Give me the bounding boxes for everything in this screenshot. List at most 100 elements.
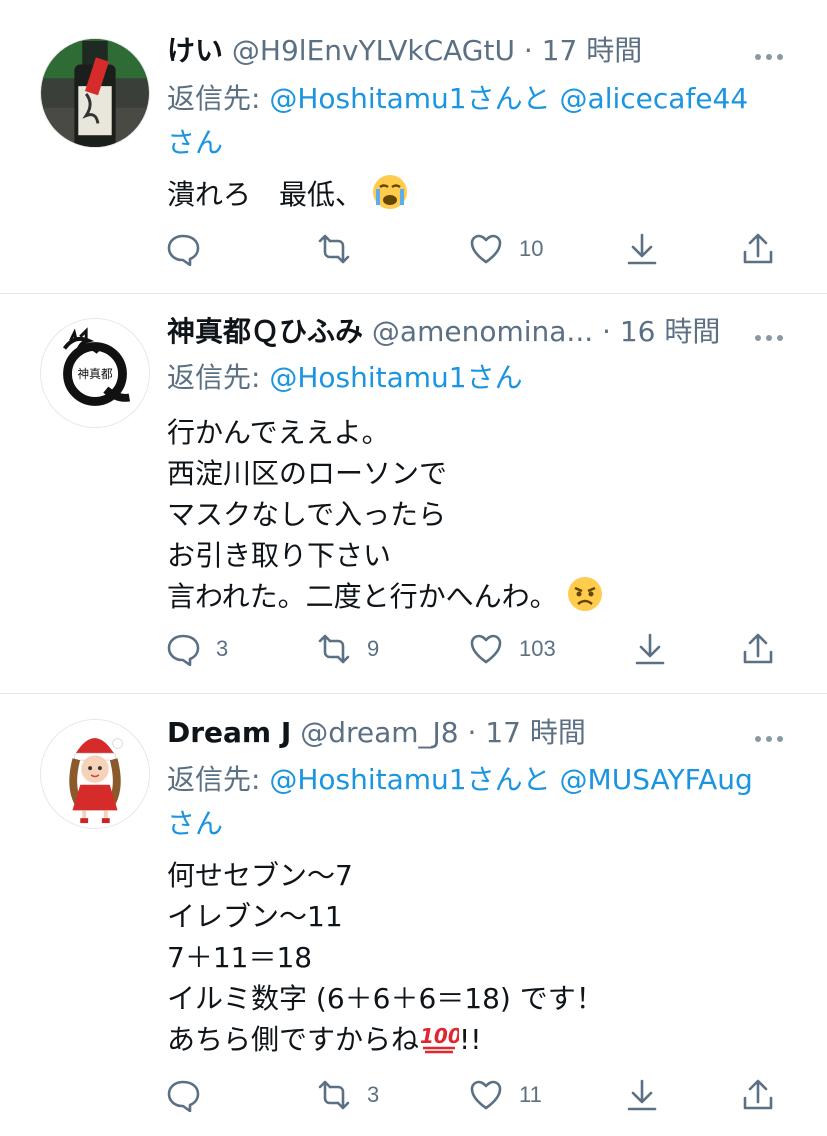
download-arrow-icon bbox=[635, 633, 665, 665]
display-name[interactable]: 神真都Ｑひふみ bbox=[167, 315, 363, 348]
tweet-line: あちら側ですからね bbox=[167, 1023, 420, 1056]
tweet-line: 行かんでええよ。 bbox=[167, 416, 390, 449]
tweet-line: イルミ数字 (6＋6＋6＝18) です！ bbox=[167, 982, 604, 1015]
like-button[interactable]: 10 bbox=[469, 229, 543, 269]
mention-link[interactable]: @Hoshitamu1 bbox=[269, 361, 466, 394]
action-bar: 10 bbox=[0, 229, 827, 269]
reply-count: 3 bbox=[216, 636, 229, 661]
sake-bottle-avatar bbox=[41, 39, 149, 147]
reply-prefix: 返信先: bbox=[167, 361, 270, 394]
reply-suffix: さん bbox=[466, 361, 523, 394]
tweet-line: 西淀川区のローソンで bbox=[167, 457, 448, 490]
tweet-text: 行かんでええよ。 西淀川区のローソンで マスクなしで入ったら お引き取り下さい … bbox=[167, 412, 787, 623]
heart-icon bbox=[470, 234, 502, 264]
mention-link[interactable]: @alicecafe44 bbox=[560, 82, 749, 115]
reply-icon bbox=[167, 634, 200, 666]
display-name[interactable]: けい bbox=[167, 34, 223, 67]
reply-button[interactable]: 3 bbox=[166, 629, 228, 669]
share-icon bbox=[743, 233, 773, 264]
tweet-line: イレブン〜11 bbox=[167, 900, 343, 933]
reply-prefix: 返信先: bbox=[167, 82, 270, 115]
reply-context: 返信先: @Hoshitamu1さん bbox=[167, 356, 787, 400]
reply-context: 返信先: @Hoshitamu1さんと @alicecafe44 さん bbox=[167, 77, 787, 165]
reply-button[interactable] bbox=[166, 1075, 216, 1115]
more-options-icon[interactable] bbox=[753, 729, 785, 742]
download-button[interactable] bbox=[625, 1075, 659, 1115]
reply-context: 返信先: @Hoshitamu1さんと @MUSAYFAug さん bbox=[167, 758, 787, 846]
retweet-button[interactable]: 3 bbox=[317, 1075, 379, 1115]
user-handle[interactable]: @dream_J8 bbox=[300, 716, 458, 749]
hundred-points-icon: 100 bbox=[419, 1019, 462, 1066]
like-button[interactable]: 103 bbox=[469, 629, 556, 669]
dragon-q-logo-avatar: 神真都 bbox=[41, 319, 149, 427]
tweet-line: 何せセブン〜7 bbox=[167, 859, 353, 892]
more-options-icon[interactable] bbox=[753, 47, 785, 60]
tweet-text: 潰れろ 最低、 bbox=[167, 174, 787, 221]
user-handle[interactable]: @H9lEnvYLVkCAGtU bbox=[232, 34, 515, 67]
mention-link[interactable]: @Hoshitamu1 bbox=[269, 763, 466, 796]
action-bar: 3 11 bbox=[0, 1075, 827, 1115]
mention-link[interactable]: @MUSAYFAug bbox=[560, 763, 753, 796]
mention-link[interactable]: @Hoshitamu1 bbox=[269, 82, 466, 115]
download-arrow-icon bbox=[627, 1079, 657, 1111]
reply-icon bbox=[167, 234, 200, 266]
retweet-icon bbox=[318, 1080, 350, 1110]
share-button[interactable] bbox=[741, 229, 775, 269]
heart-icon bbox=[470, 1080, 502, 1110]
display-name[interactable]: Dream J bbox=[167, 716, 291, 749]
tweet-line: お引き取り下さい bbox=[167, 539, 392, 572]
like-button[interactable]: 11 bbox=[469, 1075, 542, 1115]
reply-button[interactable] bbox=[166, 229, 216, 269]
tweet[interactable]: けい @H9lEnvYLVkCAGtU · 17 時間 返信先: @Hoshit… bbox=[0, 0, 827, 293]
like-count: 10 bbox=[519, 236, 544, 261]
tweet-line: 言われた。二度と行かへんわ。 bbox=[167, 580, 558, 613]
heart-icon bbox=[470, 634, 502, 664]
tweet-line: マスクなしで入ったら bbox=[167, 498, 447, 531]
reply-suffix: さん bbox=[167, 807, 224, 840]
tweet-header: Dream J @dream_J8 · 17 時間 bbox=[167, 713, 586, 753]
download-button[interactable] bbox=[625, 229, 659, 269]
tweet-line: 潰れろ 最低、 bbox=[167, 178, 364, 211]
svg-text:100: 100 bbox=[420, 1024, 459, 1048]
reply-suffix: さん bbox=[167, 126, 224, 159]
tweet[interactable]: 神真都 神真都Ｑひふみ @amenomina... · 16 時間 返信先: @… bbox=[0, 294, 827, 693]
reply-joiner: さんと bbox=[466, 82, 551, 115]
retweet-button[interactable]: 9 bbox=[317, 629, 379, 669]
retweet-icon bbox=[318, 234, 350, 264]
tweet[interactable]: Dream J @dream_J8 · 17 時間 返信先: @Hoshitam… bbox=[0, 694, 827, 1136]
reply-icon bbox=[167, 1080, 200, 1112]
more-options-icon[interactable] bbox=[753, 328, 785, 341]
retweet-button[interactable] bbox=[317, 229, 367, 269]
avatar[interactable]: 神真都 bbox=[40, 318, 150, 428]
user-handle[interactable]: @amenomina... bbox=[372, 315, 593, 348]
retweet-count: 9 bbox=[367, 636, 380, 661]
share-button[interactable] bbox=[741, 629, 775, 669]
separator-dot: · bbox=[602, 315, 611, 348]
timestamp[interactable]: 17 時間 bbox=[542, 34, 643, 67]
separator-dot: · bbox=[523, 34, 533, 67]
angry-face-icon bbox=[567, 576, 603, 623]
separator-dot: · bbox=[467, 716, 477, 749]
tweet-line: 7＋11＝18 bbox=[167, 941, 313, 974]
action-bar: 3 9 103 bbox=[0, 629, 827, 669]
share-icon bbox=[743, 1079, 773, 1110]
tweet-header: けい @H9lEnvYLVkCAGtU · 17 時間 bbox=[167, 31, 642, 71]
share-icon bbox=[743, 633, 773, 664]
tweet-header: 神真都Ｑひふみ @amenomina... · 16 時間 bbox=[167, 312, 720, 352]
avatar[interactable] bbox=[40, 719, 150, 829]
tweet-text: 何せセブン〜7 イレブン〜11 7＋11＝18 イルミ数字 (6＋6＋6＝18)… bbox=[167, 855, 787, 1066]
loudly-crying-face-icon bbox=[372, 174, 408, 221]
like-count: 103 bbox=[519, 636, 556, 661]
avatar[interactable] bbox=[40, 38, 150, 148]
download-button[interactable] bbox=[633, 629, 667, 669]
reply-prefix: 返信先: bbox=[167, 763, 270, 796]
svg-text:神真都: 神真都 bbox=[77, 367, 113, 381]
timestamp[interactable]: 17 時間 bbox=[485, 716, 586, 749]
download-arrow-icon bbox=[627, 233, 657, 265]
reply-joiner: さんと bbox=[466, 763, 551, 796]
santa-girl-avatar bbox=[41, 720, 149, 828]
retweet-count: 3 bbox=[367, 1082, 380, 1107]
timestamp[interactable]: 16 時間 bbox=[620, 315, 721, 348]
like-count: 11 bbox=[519, 1082, 542, 1107]
share-button[interactable] bbox=[741, 1075, 775, 1115]
